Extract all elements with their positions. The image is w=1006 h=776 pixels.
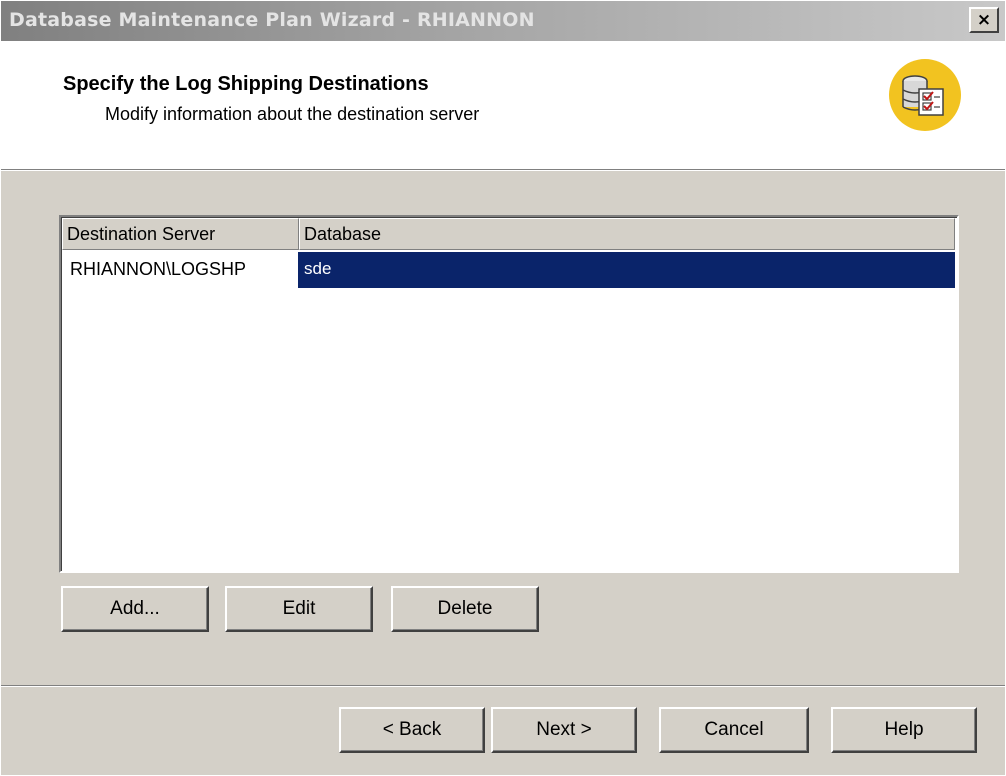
back-button[interactable]: < Back (339, 707, 485, 753)
cancel-button[interactable]: Cancel (659, 707, 809, 753)
footer-divider-highlight (1, 686, 1005, 687)
wizard-header: Specify the Log Shipping Destinations Mo… (1, 41, 1005, 170)
delete-button[interactable]: Delete (391, 586, 539, 632)
database-checklist-icon (889, 59, 961, 131)
cell-database: sde (298, 252, 955, 288)
wizard-window: Database Maintenance Plan Wizard - RHIAN… (0, 0, 1006, 776)
column-header-database[interactable]: Database (299, 218, 955, 250)
page-subtitle: Modify information about the destination… (105, 104, 480, 124)
list-content: Destination Server Database RHIANNON\LOG… (61, 217, 957, 571)
page-title: Specify the Log Shipping Destinations (63, 73, 429, 95)
title-bar[interactable]: Database Maintenance Plan Wizard - RHIAN… (1, 1, 1005, 41)
close-button[interactable]: × (969, 7, 999, 33)
cell-destination-server: RHIANNON\LOGSHP (70, 259, 247, 279)
close-icon: × (976, 10, 992, 30)
next-button[interactable]: Next > (491, 707, 637, 753)
destinations-list[interactable]: Destination Server Database RHIANNON\LOG… (59, 215, 959, 573)
edit-button[interactable]: Edit (225, 586, 373, 632)
help-button[interactable]: Help (831, 707, 977, 753)
column-header-destination-server[interactable]: Destination Server (62, 218, 299, 250)
window-title: Database Maintenance Plan Wizard - RHIAN… (9, 9, 535, 31)
add-button[interactable]: Add... (61, 586, 209, 632)
table-row[interactable]: RHIANNON\LOGSHP sde (62, 252, 955, 288)
header-divider (1, 170, 1005, 171)
